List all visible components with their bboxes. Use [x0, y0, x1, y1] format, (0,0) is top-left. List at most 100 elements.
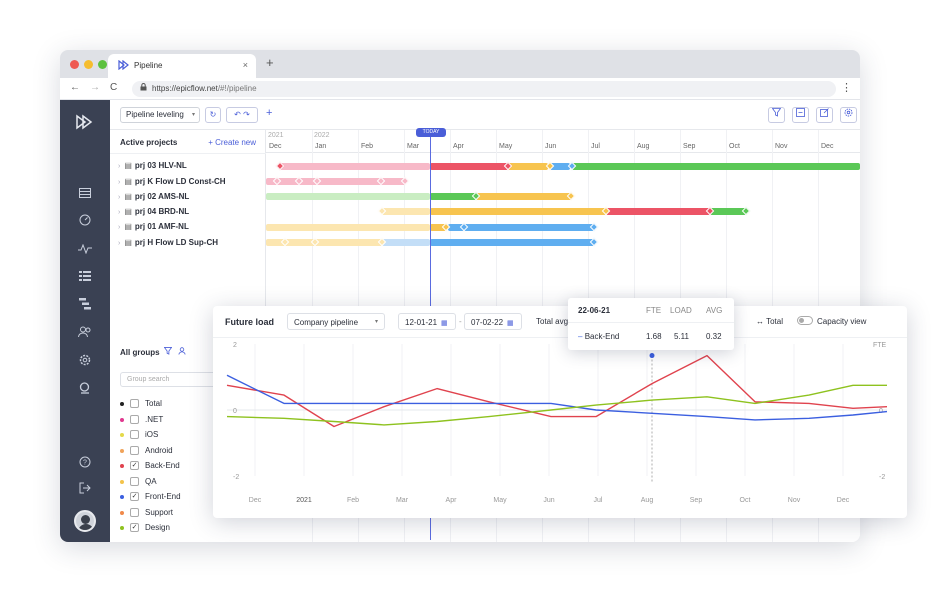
x-tick-label: Apr — [446, 497, 458, 504]
date-to-input[interactable]: 07-02-22 ▦ — [464, 313, 522, 330]
x-tick-label: Jul — [594, 497, 603, 504]
group-item-design[interactable]: ✓ Design — [120, 523, 170, 535]
group-checkbox[interactable] — [130, 430, 139, 440]
add-button[interactable]: + — [266, 107, 272, 119]
gear-icon[interactable] — [75, 352, 95, 372]
group-checkbox-checked[interactable]: ✓ — [130, 492, 139, 502]
x-tick-label: May — [493, 497, 507, 504]
project-row[interactable]: › ▤ prj 01 AMF-NL — [118, 222, 189, 236]
project-name: prj 03 HLV-NL — [134, 161, 187, 170]
month-label: Jan — [315, 143, 327, 150]
forward-arrow-icon[interactable]: → — [90, 82, 100, 93]
group-item-qa[interactable]: QA — [120, 477, 157, 489]
project-bar-past[interactable] — [266, 224, 430, 231]
project-bar-past[interactable] — [280, 163, 430, 170]
export-button[interactable] — [792, 107, 809, 123]
date-to-value: 07-02-22 — [471, 318, 504, 327]
logout-icon[interactable] — [75, 480, 95, 500]
total-toggle[interactable]: ↔ Total — [756, 317, 783, 326]
group-checkbox[interactable] — [130, 415, 139, 425]
users-icon[interactable] — [75, 324, 95, 344]
total-avg-label: Total avg — [536, 317, 569, 326]
project-bar-past[interactable] — [382, 239, 430, 246]
x-tick-label: Dec — [837, 497, 850, 504]
browser-menu-icon[interactable]: ⋮ — [841, 81, 852, 94]
minimize-window-dot[interactable] — [84, 60, 93, 69]
group-checkbox[interactable] — [130, 446, 139, 456]
tasks-icon[interactable] — [75, 268, 95, 288]
url-input[interactable]: https://epicflow.net/#!/pipeline — [132, 81, 836, 97]
pipeline-select[interactable]: Company pipeline ▾ — [287, 313, 385, 330]
list-icon[interactable] — [75, 184, 95, 204]
capacity-view-switch[interactable] — [797, 316, 813, 325]
arrows-horizontal-icon: ↔ — [756, 317, 764, 326]
project-bar-phase[interactable] — [430, 163, 508, 170]
project-bar-past[interactable] — [382, 208, 430, 215]
group-checkbox[interactable] — [130, 508, 139, 518]
project-bar-phase[interactable] — [710, 208, 746, 215]
user-icon[interactable] — [178, 347, 186, 355]
group-item-ios[interactable]: iOS — [120, 430, 158, 442]
project-bar-phase[interactable] — [606, 208, 710, 215]
group-label: iOS — [145, 430, 159, 439]
back-arrow-icon[interactable]: ← — [70, 82, 80, 93]
edit-button[interactable] — [816, 107, 833, 123]
search-users-icon[interactable] — [75, 380, 95, 400]
edit-icon — [820, 108, 829, 117]
project-bar-phase[interactable] — [430, 208, 606, 215]
calendar-icon[interactable]: ▦ — [507, 320, 514, 327]
project-bar-phase[interactable] — [430, 193, 476, 200]
new-tab-button[interactable]: + — [266, 55, 274, 70]
calendar-icon[interactable]: ▦ — [441, 320, 448, 327]
project-bar-phase[interactable] — [430, 239, 594, 246]
project-row[interactable]: › ▤ prj 04 BRD-NL — [118, 207, 189, 221]
groups-title: All groups — [120, 348, 160, 357]
maximize-window-dot[interactable] — [98, 60, 107, 69]
date-from-input[interactable]: 12-01-21 ▦ — [398, 313, 456, 330]
project-bar-phase[interactable] — [508, 163, 548, 170]
pipeline-mode-select[interactable]: Pipeline leveling ▾ — [120, 107, 200, 123]
group-item-back-end[interactable]: ✓ Back-End — [120, 461, 180, 473]
month-label: May — [499, 143, 513, 150]
project-bar-phase[interactable] — [464, 224, 594, 231]
project-row[interactable]: › ▤ prj 03 HLV-NL — [118, 161, 187, 175]
group-checkbox-checked[interactable]: ✓ — [130, 461, 139, 471]
close-window-dot[interactable] — [70, 60, 79, 69]
project-bar-past[interactable] — [266, 178, 406, 185]
group-item-front-end[interactable]: ✓ Front-End — [120, 492, 181, 504]
pulse-icon[interactable] — [75, 240, 95, 260]
project-row[interactable]: › ▤ prj 02 AMS-NL — [118, 192, 189, 206]
project-row[interactable]: › ▤ prj K Flow LD Const-CH — [118, 177, 226, 191]
browser-tab-pipeline[interactable]: Pipeline × — [108, 54, 256, 78]
tooltip-series-name: – Back-End — [578, 332, 619, 341]
filter-icon[interactable] — [163, 347, 173, 355]
tab-close-icon[interactable]: × — [243, 60, 248, 70]
group-item-net[interactable]: .NET — [120, 415, 163, 427]
settings-gear-icon — [844, 108, 853, 117]
today-badge: TODAY — [416, 128, 446, 137]
hierarchy-icon[interactable] — [75, 296, 95, 316]
group-item-android[interactable]: Android — [120, 446, 173, 458]
help-icon[interactable]: ? — [75, 454, 95, 474]
project-bar-past[interactable] — [266, 193, 430, 200]
filter-button[interactable] — [768, 107, 785, 123]
refresh-button[interactable]: ↻ — [205, 107, 221, 123]
group-checkbox-checked[interactable]: ✓ — [130, 523, 139, 533]
project-row[interactable]: › ▤ prj H Flow LD Sup-CH — [118, 238, 218, 252]
project-bar-phase[interactable] — [476, 193, 572, 200]
group-checkbox[interactable] — [130, 477, 139, 487]
group-item-support[interactable]: Support — [120, 508, 173, 520]
series-line-back-end — [226, 354, 888, 428]
group-color-dot — [120, 525, 124, 530]
group-checkbox[interactable] — [130, 399, 139, 409]
undo-redo-button[interactable]: ↶ ↷ — [226, 107, 258, 123]
app-logo-icon[interactable] — [75, 114, 95, 134]
user-avatar[interactable] — [74, 510, 96, 532]
address-bar-row: ← → C https://epicflow.net/#!/pipeline ⋮ — [60, 78, 860, 100]
reload-icon[interactable]: C — [110, 82, 117, 93]
speedometer-icon[interactable] — [75, 212, 95, 232]
settings-button[interactable] — [840, 107, 857, 123]
project-bar-phase[interactable] — [572, 163, 860, 170]
create-new-project-button[interactable]: + Create new — [208, 138, 256, 147]
group-item-total[interactable]: Total — [120, 399, 162, 411]
